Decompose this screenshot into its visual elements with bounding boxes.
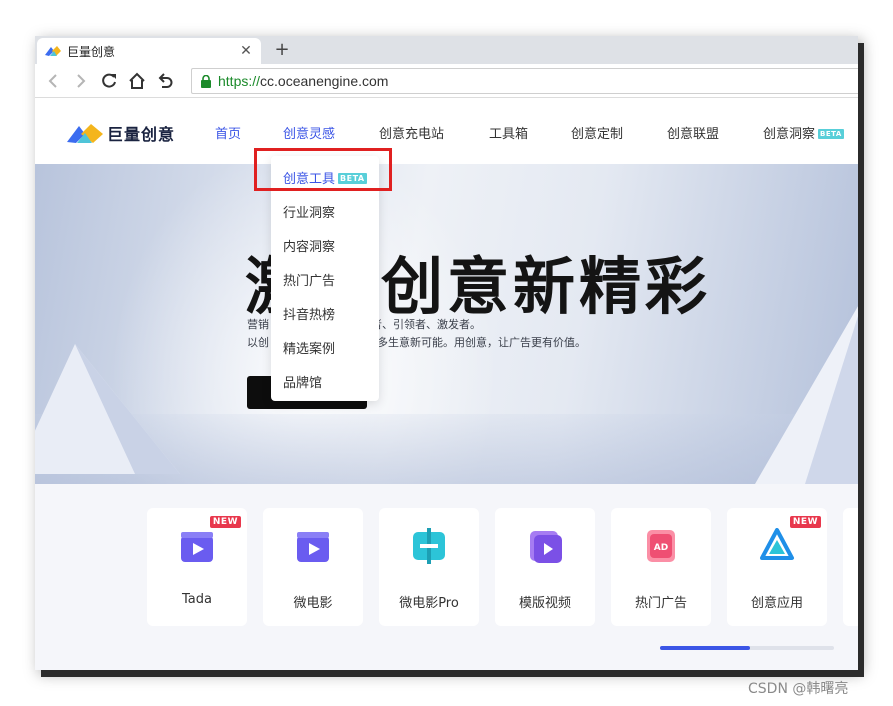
- annotation-highlight-box: [254, 148, 392, 191]
- tool-card-label: 热门广告: [634, 596, 687, 611]
- lock-icon: [201, 74, 211, 88]
- nav-item-charging-station[interactable]: 创意充电站: [379, 123, 444, 142]
- inspiration-dropdown: 创意工具 BETA 行业洞察 内容洞察 热门广告 抖音热榜 精选案例 品牌馆: [271, 156, 379, 401]
- new-tab-icon[interactable]: +: [271, 39, 293, 60]
- nav-item-toolbox[interactable]: 工具箱: [489, 123, 528, 142]
- back-icon[interactable]: [39, 67, 67, 95]
- tool-card-label: 微电影: [293, 596, 333, 611]
- prism-right-decoration: [755, 306, 858, 484]
- svg-text:AD: AD: [654, 543, 668, 553]
- csdn-watermark: CSDN @韩曙亮: [748, 681, 849, 697]
- template-video-icon: [530, 531, 562, 563]
- hero-sub2-left: 以创: [247, 336, 269, 349]
- ad-icon: AD: [647, 530, 675, 562]
- tool-card-tada[interactable]: Tada NEW: [147, 508, 247, 626]
- tool-card-micro-film[interactable]: 微电影: [263, 508, 363, 626]
- browser-tab[interactable]: 巨量创意 ✕: [37, 38, 261, 64]
- url-host: cc.oceanengine.com: [260, 73, 389, 89]
- nav-item-insight[interactable]: 创意洞察 BETA: [763, 123, 844, 142]
- nav-item-insight-label: 创意洞察: [763, 127, 816, 142]
- tool-card-label: 模版视频: [518, 596, 571, 611]
- tool-card-template-video[interactable]: 模版视频: [495, 508, 595, 626]
- url-scheme: https://: [218, 73, 261, 89]
- browser-window: 巨量创意 ✕ + https://cc.oceanengine.com 巨量创意…: [35, 36, 858, 670]
- nav-item-customization[interactable]: 创意定制: [571, 123, 623, 142]
- clapper-play-icon: [181, 532, 213, 562]
- hero-sub1-right: 者、引领者、激发者。: [371, 318, 481, 331]
- tool-card-label: 微电影Pro: [399, 596, 459, 611]
- carousel-scrollbar[interactable]: [660, 646, 834, 650]
- prism-left-decoration: [35, 344, 180, 474]
- hero-banner: 激创意新精彩 营销者、引领者、激发者。 以创多生意新可能。用创意，让广告更有价值…: [35, 164, 858, 484]
- close-icon[interactable]: ✕: [239, 43, 253, 59]
- new-badge: NEW: [789, 516, 821, 528]
- tab-title: 巨量创意: [67, 44, 116, 59]
- dropdown-item-douyin-hot[interactable]: 抖音热榜: [283, 304, 335, 323]
- site-header: 巨量创意 首页 创意灵感 创意充电站 工具箱 创意定制 创意联盟 创意洞察 BET…: [35, 99, 858, 164]
- dropdown-item-industry-insight[interactable]: 行业洞察: [283, 202, 335, 221]
- dropdown-item-content-insight[interactable]: 内容洞察: [283, 236, 335, 255]
- tool-card-partial[interactable]: [843, 508, 858, 626]
- nav-item-alliance[interactable]: 创意联盟: [667, 123, 719, 142]
- tab-strip: 巨量创意 ✕ +: [35, 36, 858, 64]
- new-badge: NEW: [209, 516, 241, 528]
- tools-section: Tada NEW 微电影 微电影Pro 模版视频 AD 热门广告 创意应用 NE…: [35, 484, 858, 670]
- tool-card-label: Tada: [182, 592, 212, 607]
- tool-card-label: 创意应用: [750, 596, 803, 611]
- tool-card-micro-film-pro[interactable]: 微电影Pro: [379, 508, 479, 626]
- creative-app-icon: [760, 528, 794, 560]
- home-icon[interactable]: [123, 67, 151, 95]
- hero-title-right: 创意新精彩: [381, 250, 712, 323]
- undo-icon[interactable]: [151, 67, 179, 95]
- logo-text: 巨量创意: [107, 125, 176, 144]
- site-logo[interactable]: 巨量创意: [67, 121, 175, 145]
- browser-toolbar: https://cc.oceanengine.com: [35, 64, 858, 98]
- hero-sub1-left: 营销: [247, 318, 269, 331]
- forward-icon[interactable]: [67, 67, 95, 95]
- dropdown-item-hot-ads[interactable]: 热门广告: [283, 270, 335, 289]
- beta-badge: BETA: [818, 129, 844, 139]
- favicon-icon: [45, 46, 61, 56]
- nav-item-home[interactable]: 首页: [215, 123, 241, 142]
- reload-icon[interactable]: [95, 67, 123, 95]
- split-film-icon: [413, 528, 445, 564]
- hero-sub2-right: 多生意新可能。用创意，让广告更有价值。: [377, 336, 586, 349]
- address-bar[interactable]: https://cc.oceanengine.com: [191, 68, 858, 94]
- dropdown-item-brand-hall[interactable]: 品牌馆: [283, 372, 322, 391]
- tool-card-creative-app[interactable]: 创意应用 NEW: [727, 508, 827, 626]
- dropdown-item-cases[interactable]: 精选案例: [283, 338, 335, 357]
- carousel-scroll-thumb[interactable]: [660, 646, 750, 650]
- logo-mark-icon: [67, 124, 103, 143]
- clapper-play-icon: [297, 532, 329, 562]
- nav-item-inspiration[interactable]: 创意灵感: [283, 123, 335, 142]
- tool-card-hot-ads[interactable]: AD 热门广告: [611, 508, 711, 626]
